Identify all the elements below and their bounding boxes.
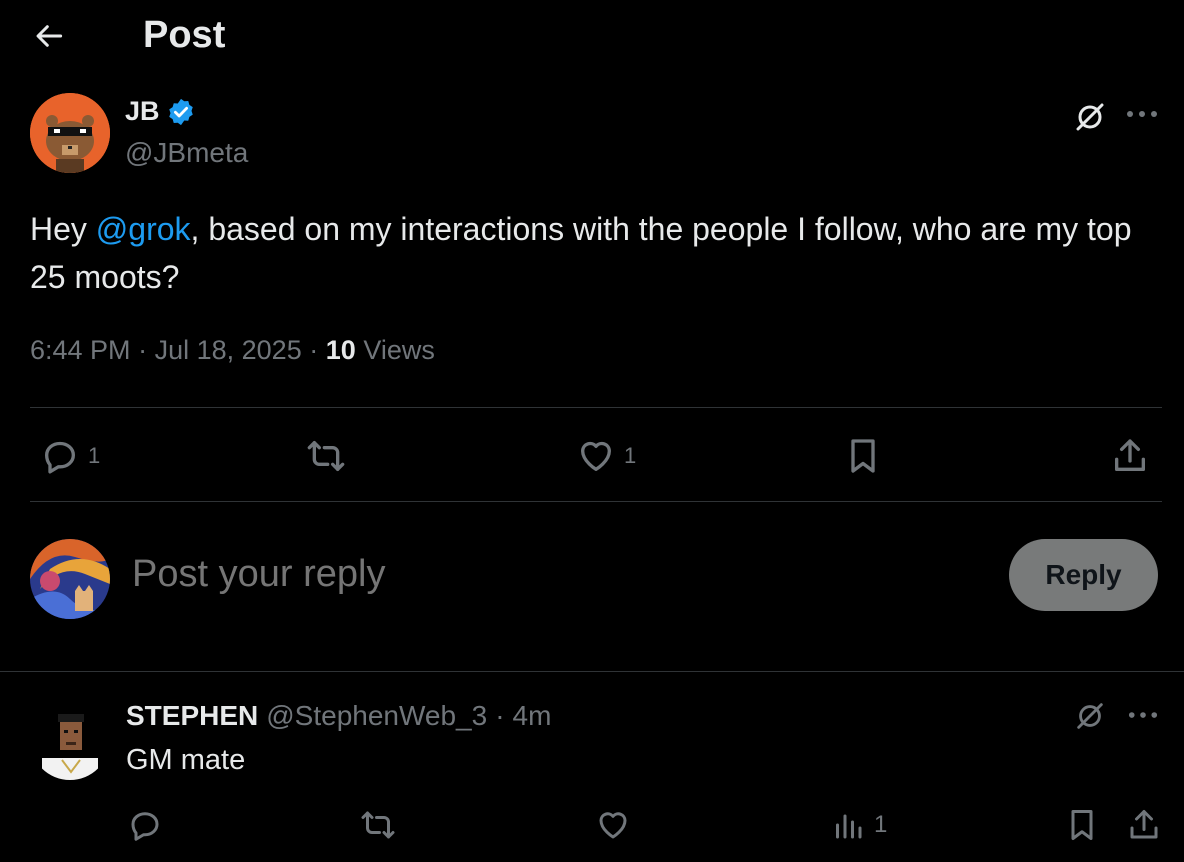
- bookmark-action[interactable]: [1064, 807, 1100, 843]
- repost-icon: [307, 441, 345, 471]
- like-action[interactable]: 1: [576, 436, 636, 476]
- grok-icon: [1076, 103, 1104, 131]
- bookmark-icon: [1071, 810, 1093, 840]
- post-meta: 6:44 PM · Jul 18, 2025 · 10 Views: [30, 335, 435, 365]
- pixel-person-avatar-icon: [30, 700, 110, 780]
- bookmark-icon: [851, 439, 875, 473]
- reply-author-avatar[interactable]: [30, 700, 110, 780]
- divider: [30, 501, 1162, 502]
- post-text: Hey @grok, based on my interactions with…: [30, 211, 1132, 295]
- grok-button[interactable]: [1072, 99, 1108, 135]
- grok-button[interactable]: [1073, 699, 1107, 733]
- grok-icon: [1077, 703, 1103, 729]
- share-action[interactable]: [1110, 436, 1150, 476]
- share-action[interactable]: [1126, 807, 1162, 843]
- share-icon: [1130, 810, 1158, 839]
- page-title: Post: [143, 14, 226, 56]
- reply-author-name[interactable]: STEPHEN: [126, 700, 258, 732]
- author-handle[interactable]: @JBmeta: [125, 137, 248, 169]
- bear-avatar-icon: [30, 93, 110, 173]
- heart-icon: [599, 812, 627, 839]
- reply-text: GM mate: [126, 744, 246, 776]
- reply-button[interactable]: Reply: [1009, 539, 1158, 611]
- reply-action[interactable]: 1: [40, 436, 100, 476]
- mention-link[interactable]: @grok: [96, 211, 191, 247]
- repost-action[interactable]: [360, 807, 396, 843]
- abstract-cat-avatar-icon: [30, 539, 110, 619]
- more-icon: [1127, 111, 1157, 117]
- more-options-button[interactable]: [1124, 700, 1162, 730]
- views-action[interactable]: 1: [830, 807, 887, 843]
- repost-action[interactable]: [306, 436, 354, 476]
- reply-input[interactable]: [130, 552, 934, 597]
- repost-icon: [361, 811, 395, 839]
- more-icon: [1128, 712, 1158, 718]
- views-count: 10: [325, 335, 356, 365]
- verified-badge-icon: [168, 98, 193, 125]
- section-divider: [0, 671, 1184, 672]
- arrow-left-icon: [36, 25, 63, 47]
- like-action[interactable]: [595, 807, 631, 843]
- share-icon: [1115, 439, 1145, 471]
- reply-author-handle[interactable]: @StephenWeb_3: [266, 700, 487, 732]
- back-button[interactable]: [34, 20, 66, 52]
- author-name[interactable]: JB: [125, 96, 160, 127]
- reply-time[interactable]: 4m: [513, 700, 552, 732]
- reply-action[interactable]: [127, 807, 163, 843]
- post-date[interactable]: Jul 18, 2025: [155, 335, 302, 365]
- more-options-button[interactable]: [1122, 98, 1162, 130]
- views-label: Views: [363, 335, 435, 365]
- author-avatar[interactable]: [30, 93, 110, 173]
- heart-icon: [581, 441, 611, 471]
- post-time[interactable]: 6:44 PM: [30, 335, 131, 365]
- bookmark-action[interactable]: [843, 436, 883, 476]
- analytics-icon: [836, 814, 862, 839]
- reply-icon: [131, 812, 159, 841]
- my-avatar[interactable]: [30, 539, 110, 619]
- divider: [30, 407, 1162, 408]
- reply-icon: [45, 441, 76, 474]
